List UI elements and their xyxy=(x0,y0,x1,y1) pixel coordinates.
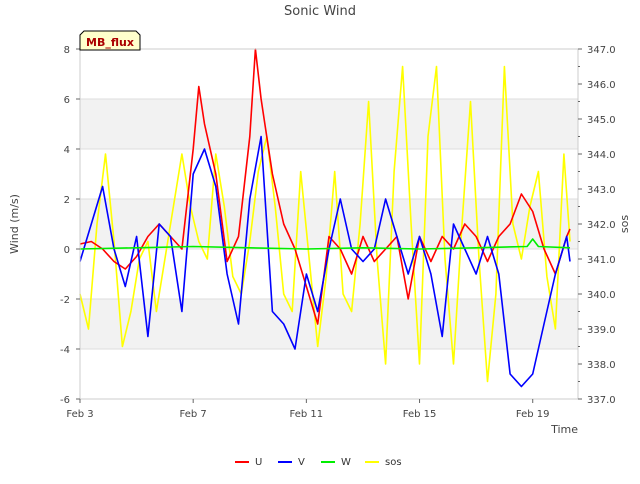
y-tick-label: 4 xyxy=(64,145,70,156)
y2-tick-label: 343.0 xyxy=(587,185,616,196)
y2-axis-label: sos xyxy=(618,215,631,233)
y2-tick-label: 346.0 xyxy=(587,80,616,91)
y-tick-label: 2 xyxy=(64,195,70,206)
y-axis-label: Wind (m/s) xyxy=(8,194,21,254)
y2-tick-label: 339.0 xyxy=(587,325,616,336)
y2-tick-label: 340.0 xyxy=(587,290,616,301)
legend-label-sos: sos xyxy=(385,457,402,468)
y-tick-label: -4 xyxy=(60,345,70,356)
x-tick-label: Feb 19 xyxy=(516,409,550,420)
y2-tick-label: 345.0 xyxy=(587,115,616,126)
y-tick-label: 8 xyxy=(64,45,70,56)
y-tick-label: 6 xyxy=(64,95,70,106)
x-axis-label: Time xyxy=(550,423,578,436)
x-tick-label: Feb 7 xyxy=(180,409,207,420)
annotation-label: MB_flux xyxy=(86,36,134,49)
y2-tick-label: 341.0 xyxy=(587,255,616,266)
y-tick-label: -2 xyxy=(60,295,70,306)
legend-label-v: V xyxy=(298,457,305,468)
mb-flux-annotation: MB_flux xyxy=(79,30,141,51)
x-tick-label: Feb 15 xyxy=(403,409,437,420)
chart-title: Sonic Wind xyxy=(284,4,356,19)
legend-label-w: W xyxy=(341,457,351,468)
legend-label-u: U xyxy=(255,457,262,468)
x-tick-label: Feb 11 xyxy=(290,409,324,420)
y2-tick-label: 338.0 xyxy=(587,360,616,371)
x-tick-label: Feb 3 xyxy=(66,409,93,420)
y-tick-label: 0 xyxy=(64,245,70,256)
shaded-band xyxy=(80,299,578,349)
y2-tick-label: 344.0 xyxy=(587,150,616,161)
sonic-wind-chart: Sonic Wind Feb 3 Feb 7 Feb 11 Feb 15 Feb 19 … xyxy=(0,0,640,480)
y2-tick-label: 347.0 xyxy=(587,45,616,56)
y2-tick-label: 337.0 xyxy=(587,395,616,406)
y2-tick-label: 342.0 xyxy=(587,220,616,231)
y-tick-label: -6 xyxy=(60,395,70,406)
